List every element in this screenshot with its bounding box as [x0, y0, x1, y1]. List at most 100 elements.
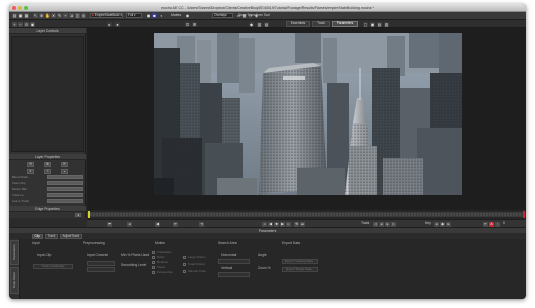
link-to-track-field[interactable]: [47, 199, 83, 203]
layer-lock-icon[interactable]: ⊙: [24, 21, 29, 27]
go-start-icon[interactable]: ⏮: [107, 221, 112, 227]
step-forward-icon[interactable]: ▹: [286, 221, 291, 227]
tab-clip[interactable]: Clip: [32, 233, 43, 239]
translation-checkbox[interactable]: [152, 251, 155, 254]
view-stabilize-icon[interactable]: ▤: [264, 21, 269, 27]
side-tab-dope-sheet[interactable]: Dope Sheet: [10, 267, 19, 294]
insert-clip-field[interactable]: [47, 181, 83, 185]
zoom-icon[interactable]: ⊕: [39, 13, 44, 19]
view-surface-icon[interactable]: ◆: [249, 21, 254, 27]
small-motion-radio[interactable]: [183, 263, 186, 266]
layer-prop-button-3[interactable]: ⟳: [61, 162, 68, 167]
tab-track[interactable]: Track: [312, 21, 330, 27]
go-end-icon[interactable]: ⏭: [300, 221, 305, 227]
horizontal-slider[interactable]: [218, 259, 250, 264]
tab-essentials[interactable]: Essentials: [286, 21, 310, 27]
viewer[interactable]: [87, 28, 526, 210]
in-point-icon[interactable]: ⇤: [173, 221, 178, 227]
layer-add-icon[interactable]: +: [12, 21, 17, 27]
tab-parameters[interactable]: Parameters: [332, 21, 358, 27]
open-icon[interactable]: ▣: [18, 13, 23, 19]
save-icon[interactable]: ▦: [24, 13, 29, 19]
prev-keyframe-icon[interactable]: ◂: [434, 221, 439, 227]
track-on-field[interactable]: [47, 193, 83, 197]
step-back-icon[interactable]: ◃: [262, 221, 267, 227]
view-fit-icon[interactable]: ⊡: [185, 21, 190, 27]
spline-x-icon[interactable]: ✕: [51, 13, 56, 19]
input-clip-select[interactable]: Track Individually: [33, 264, 73, 269]
view-bar: + − ⊙ ◉ ▸ ● ⊡ ⊞ ◆ ▥ ▤ Essentials Track P…: [9, 20, 526, 28]
side-tab-parameters[interactable]: Parameters: [10, 240, 19, 265]
frame-field-icon[interactable]: ▫: [495, 221, 500, 227]
motion-blur-field[interactable]: [47, 187, 83, 191]
layer-remove-icon[interactable]: −: [18, 21, 23, 27]
track-backward-icon[interactable]: ◁: [373, 221, 378, 227]
new-icon[interactable]: ▤: [12, 13, 17, 19]
bezier-x-icon[interactable]: ✎: [57, 13, 62, 19]
layer-prop-button-6[interactable]: ◒: [61, 169, 68, 174]
mattes-icon[interactable]: ◐: [159, 13, 164, 19]
translation-label: Translation: [157, 250, 172, 254]
scale-checkbox[interactable]: [152, 256, 155, 259]
view-record-icon[interactable]: ●: [115, 21, 120, 27]
manual-track-radio[interactable]: [183, 270, 186, 273]
layer-list[interactable]: [11, 36, 84, 152]
next-keyframe-icon[interactable]: ▸: [446, 221, 451, 227]
resolution-select[interactable]: Full ▾: [126, 13, 142, 19]
track-icon[interactable]: ◎: [81, 13, 86, 19]
overlays-value: Overlays: [214, 13, 227, 18]
field-label-track-on: Track on: [12, 193, 24, 197]
play-forward-icon[interactable]: ▶: [280, 221, 285, 227]
add-point-icon[interactable]: +: [63, 13, 68, 19]
track-back-frame-icon[interactable]: ◂: [379, 221, 384, 227]
layer-prop-button-4[interactable]: ◐: [27, 169, 34, 174]
export-tracking-button[interactable]: Export Tracking Data...: [282, 259, 318, 264]
stop-icon[interactable]: ■: [274, 221, 279, 227]
out-point-icon[interactable]: ⇥: [199, 221, 204, 227]
rotation-checkbox[interactable]: [152, 261, 155, 264]
view-center-icon[interactable]: ⊞: [192, 21, 197, 27]
view-grid-icon[interactable]: ▥: [257, 21, 262, 27]
track-forward-frame-icon[interactable]: ▸: [385, 221, 390, 227]
layer-prop-button-2[interactable]: ⊕: [44, 162, 51, 167]
export-shape-button[interactable]: Export Shape Data...: [282, 267, 318, 272]
workspace-icon-1[interactable]: ▢: [363, 21, 368, 27]
hand-icon[interactable]: ✋: [45, 13, 50, 19]
frame-back-icon[interactable]: ⇤: [483, 221, 488, 227]
transform-icon[interactable]: ⇲: [69, 13, 74, 19]
timeline-ruler: [87, 211, 526, 218]
blend-mode-field[interactable]: [47, 175, 83, 179]
mattes-color-icon[interactable]: ◉: [185, 13, 190, 19]
align-icon[interactable]: ◫: [75, 13, 80, 19]
layer-view-icon[interactable]: ◼: [146, 13, 151, 19]
layer-prop-button-1[interactable]: ⟲: [27, 162, 34, 167]
timeline[interactable]: [87, 210, 526, 219]
edge-prop-button[interactable]: ◂: [75, 213, 81, 217]
overlays-select[interactable]: Overlays: [212, 13, 233, 19]
vertical-slider[interactable]: [218, 272, 250, 277]
prev-key-icon[interactable]: ◂: [127, 221, 132, 227]
pointer-icon[interactable]: ↖: [33, 13, 38, 19]
workspace-icon-4[interactable]: ▥: [384, 21, 389, 27]
loop-icon[interactable]: ⟲: [294, 221, 299, 227]
add-keyframe-icon[interactable]: ◆: [440, 221, 445, 227]
play-back-icon[interactable]: ◀: [155, 221, 160, 227]
auto-key-icon[interactable]: A: [489, 221, 494, 227]
view-play-icon[interactable]: ▸: [107, 21, 112, 27]
large-motion-radio[interactable]: [183, 256, 186, 259]
input-channel-select[interactable]: [87, 261, 115, 266]
mocha-window: mocha AE CC - /Users/Shared/Dropbox/Clie…: [9, 4, 526, 299]
perspective-checkbox[interactable]: [152, 271, 155, 274]
shear-checkbox[interactable]: [152, 266, 155, 269]
workspace-icon-2[interactable]: ▣: [370, 21, 375, 27]
tab-adjust-track[interactable]: AdjustTrack: [60, 233, 82, 239]
layer-prop-button-5[interactable]: ◑: [44, 169, 51, 174]
layer-visible-icon[interactable]: ◉: [30, 21, 35, 27]
channel-rgb-icon[interactable]: ■: [152, 13, 157, 19]
clip-select[interactable]: ■ EmpireStateBuild ▾: [90, 13, 123, 19]
tab-track-params[interactable]: Track: [45, 233, 58, 239]
input-channel-select-2[interactable]: [87, 267, 115, 272]
track-forward-icon[interactable]: ▷: [391, 221, 396, 227]
play-backward-icon[interactable]: ◀: [268, 221, 273, 227]
workspace-icon-3[interactable]: ▤: [377, 21, 382, 27]
